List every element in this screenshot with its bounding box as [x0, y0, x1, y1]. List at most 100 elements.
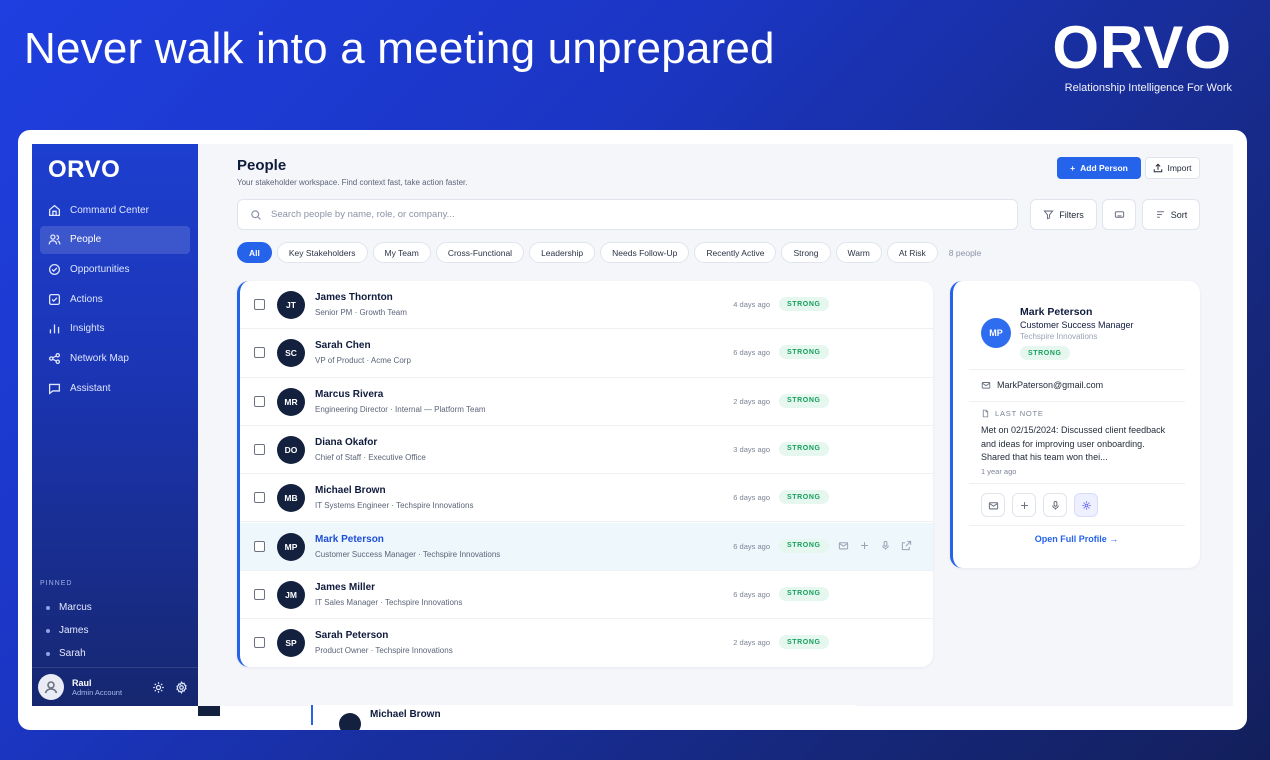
sidebar-item-opportunities[interactable]: Opportunities [40, 255, 190, 283]
row-checkbox[interactable] [254, 299, 265, 310]
table-row[interactable]: JM James Miller IT Sales Manager · Techs… [240, 571, 933, 620]
mail-icon[interactable] [838, 540, 849, 551]
row-quick-actions [838, 540, 912, 551]
chip-needs-follow-up[interactable]: Needs Follow-Up [600, 242, 690, 263]
email-button[interactable] [981, 493, 1005, 517]
pinned-header: PINNED [40, 580, 73, 587]
status-badge: STRONG [779, 441, 829, 456]
row-checkbox[interactable] [254, 637, 265, 649]
chip-my-team[interactable]: My Team [372, 242, 431, 263]
chip-recently-active[interactable]: Recently Active [694, 242, 777, 263]
table-row[interactable]: SP Sarah Peterson Product Owner · Techsp… [240, 619, 933, 667]
person-detail-card: MP Mark Peterson Customer Success Manage… [950, 281, 1200, 568]
external-link-icon[interactable] [901, 540, 912, 551]
divider [969, 525, 1185, 526]
person-role: IT Sales Manager · Techspire Innovations [315, 597, 463, 607]
plus-icon: + [1070, 163, 1076, 173]
sidebar-item-label: Actions [70, 293, 103, 305]
table-row[interactable]: MB Michael Brown IT Systems Engineer · T… [240, 474, 933, 523]
row-checkbox[interactable] [254, 395, 265, 407]
pinned-section: PINNED Marcus James Sarah [40, 580, 190, 665]
add-person-button[interactable]: + Add Person [1057, 157, 1141, 179]
row-checkbox[interactable] [254, 443, 265, 455]
sort-button[interactable]: Sort [1142, 199, 1200, 230]
detail-email[interactable]: MarkPaterson@gmail.com [981, 380, 1103, 390]
person-name[interactable]: Diana Okafor [315, 437, 377, 448]
table-row-selected[interactable]: MP Mark Peterson Customer Success Manage… [240, 522, 933, 571]
chip-cross-functional[interactable]: Cross-Functional [435, 242, 525, 263]
last-contact: 6 days ago [733, 541, 770, 551]
table-row[interactable]: DO Diana Okafor Chief of Staff · Executi… [240, 426, 933, 475]
row-checkbox[interactable] [254, 588, 265, 600]
page-title: People [237, 157, 287, 174]
target-check-icon [48, 263, 61, 275]
plus-icon[interactable] [859, 540, 870, 551]
sidebar-item-people[interactable]: People [40, 225, 190, 254]
chip-all[interactable]: All [237, 242, 272, 263]
add-button[interactable] [1012, 493, 1036, 517]
sidebar-item-command-center[interactable]: Command Center [40, 196, 190, 224]
table-row[interactable]: SC Sarah Chen VP of Product · Acme Corp … [240, 329, 933, 378]
email-text: MarkPaterson@gmail.com [997, 380, 1104, 390]
sidebar-item-insights[interactable]: Insights [40, 315, 190, 343]
chip-warm[interactable]: Warm [835, 242, 882, 263]
person-name[interactable]: Sarah Peterson [315, 630, 388, 641]
user-icon [44, 681, 58, 694]
brand: ORVO Relationship Intelligence For Work [1052, 14, 1232, 95]
table-row[interactable]: JT James Thornton Senior PM · Growth Tea… [240, 281, 933, 330]
person-name[interactable]: Sarah Chen [315, 340, 371, 351]
pinned-item-james[interactable]: James [40, 619, 190, 642]
view-toggle-button[interactable] [1102, 199, 1136, 230]
last-note-header: LAST NOTE [981, 409, 1044, 418]
sun-icon[interactable] [152, 681, 165, 694]
person-name[interactable]: James Thornton [315, 292, 393, 303]
gear-icon[interactable] [175, 680, 188, 694]
person-role: VP of Product · Acme Corp [315, 356, 411, 366]
avatar: DO [277, 435, 305, 464]
row-checkbox[interactable] [254, 540, 265, 552]
avatar: JT [277, 291, 305, 319]
detail-company: Techspire Innovations [1020, 332, 1098, 341]
sidebar-logo[interactable]: ORVO [48, 156, 120, 184]
insight-button[interactable] [1074, 493, 1098, 517]
person-name[interactable]: Michael Brown [315, 485, 386, 496]
avatar [339, 713, 361, 730]
chip-at-risk[interactable]: At Risk [886, 242, 938, 263]
divider [969, 401, 1185, 402]
chip-key-stakeholders[interactable]: Key Stakeholders [276, 242, 368, 263]
row-checkbox[interactable] [254, 347, 265, 359]
avatar: SC [277, 339, 305, 368]
last-contact: 3 days ago [733, 444, 770, 454]
chat-icon [48, 383, 61, 395]
search-icon [251, 209, 261, 220]
chip-leadership[interactable]: Leadership [529, 242, 596, 263]
mic-icon[interactable] [880, 540, 891, 551]
chip-strong[interactable]: Strong [781, 242, 831, 263]
pinned-item-marcus[interactable]: Marcus [40, 596, 190, 619]
last-contact: 6 days ago [733, 589, 770, 599]
filters-button[interactable]: Filters [1030, 199, 1097, 230]
avatar: MP [277, 532, 305, 561]
sidebar-item-assistant[interactable]: Assistant [40, 374, 190, 402]
person-name[interactable]: James Miller [315, 582, 375, 593]
brand-logo: ORVO [1052, 14, 1232, 81]
sidebar-item-label: Opportunities [70, 263, 130, 275]
pinned-item-sarah[interactable]: Sarah [40, 642, 190, 665]
table-row[interactable]: MR Marcus Rivera Engineering Director · … [240, 378, 933, 426]
voice-note-button[interactable] [1043, 493, 1067, 517]
import-button[interactable]: Import [1145, 157, 1200, 179]
avatar[interactable] [38, 674, 64, 700]
page-subtitle: Your stakeholder workspace. Find context… [237, 178, 468, 187]
sidebar-item-network-map[interactable]: Network Map [40, 344, 190, 372]
plus-icon [1020, 501, 1028, 509]
add-person-label: Add Person [1080, 163, 1128, 173]
row-checkbox[interactable] [254, 492, 265, 504]
keyboard-icon [1114, 211, 1124, 218]
search-input[interactable] [271, 209, 971, 220]
sidebar-item-actions[interactable]: Actions [40, 285, 190, 313]
person-name[interactable]: Marcus Rivera [315, 389, 383, 400]
avatar: MR [277, 387, 305, 416]
person-name[interactable]: Mark Peterson [315, 534, 384, 545]
hero-headline: Never walk into a meeting unprepared [24, 24, 775, 73]
open-full-profile-link[interactable]: Open Full Profile → [953, 534, 1200, 544]
